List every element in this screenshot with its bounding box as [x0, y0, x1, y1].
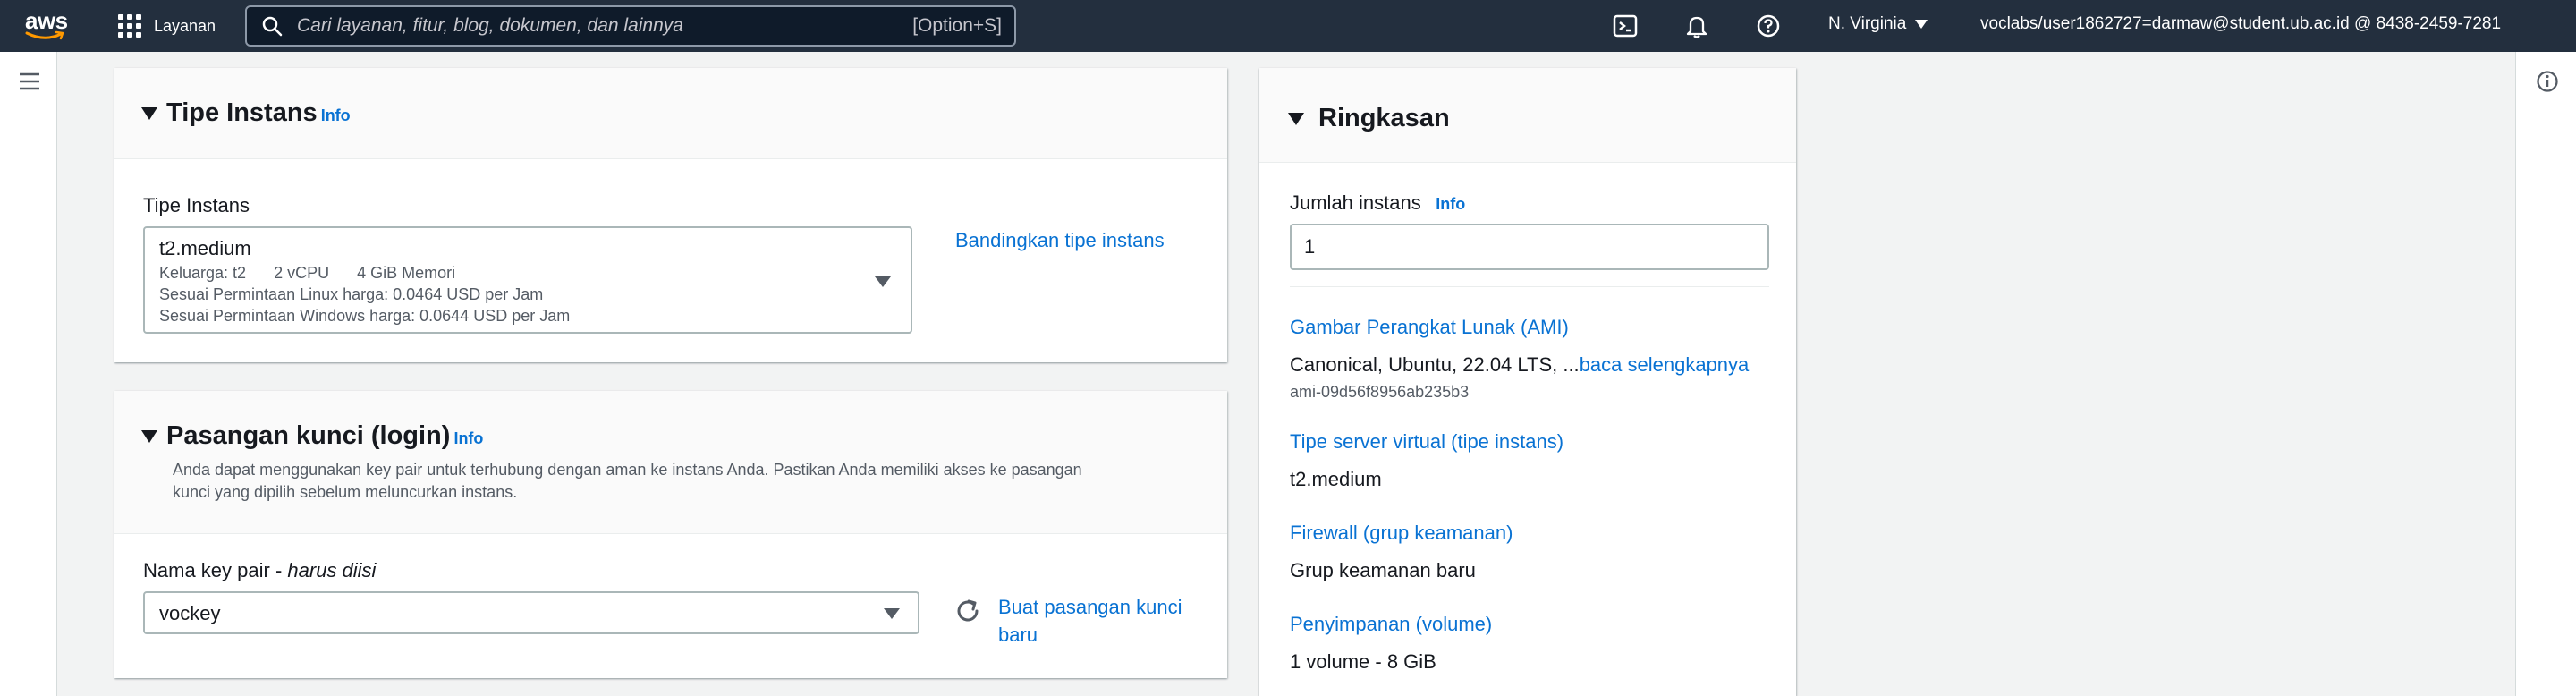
summary-panel: Ringkasan Jumlah instans Info Gambar Per… — [1259, 68, 1796, 696]
info-panel-icon[interactable] — [2536, 70, 2559, 93]
search-shortcut-hint: [Option+S] — [912, 15, 1002, 36]
collapse-caret-icon[interactable] — [141, 429, 157, 443]
key-pair-description: Anda dapat menggunakan key pair untuk te… — [173, 459, 1082, 504]
account-menu[interactable]: voclabs/user1862727=darmaw@student.ub.ac… — [1980, 14, 2501, 34]
ami-link[interactable]: Gambar Perangkat Lunak (AMI) — [1290, 316, 1569, 339]
help-icon — [1757, 14, 1780, 38]
instance-type-title: Tipe Instans — [166, 98, 318, 127]
region-label: N. Virginia — [1828, 14, 1907, 33]
services-grid-icon — [118, 14, 141, 38]
create-key-pair-link[interactable]: Buat pasangan kunci baru — [998, 593, 1182, 649]
instance-vcpu: 2 vCPU — [274, 264, 330, 282]
key-pair-required-text: harus diisi — [287, 559, 377, 581]
refresh-icon[interactable] — [953, 597, 982, 625]
top-navigation-bar: aws Layanan [Option+S] — [0, 0, 2576, 52]
key-pair-field-label-text: Nama key pair — [143, 559, 270, 581]
side-navigation-collapsed — [0, 52, 57, 696]
aws-logo-text: aws — [25, 7, 68, 34]
key-pair-select[interactable]: vockey — [143, 591, 919, 634]
instances-info-link[interactable]: Info — [1436, 195, 1465, 213]
summary-divider — [1290, 286, 1769, 287]
bell-icon — [1686, 16, 1707, 38]
key-pair-selected: vockey — [159, 602, 221, 624]
instance-type-select[interactable]: t2.medium Keluarga: t2 2 vCPU 4 GiB Memo… — [143, 226, 912, 334]
storage-link[interactable]: Penyimpanan (volume) — [1290, 613, 1492, 636]
key-pair-info-link[interactable]: Info — [453, 429, 483, 448]
chevron-down-icon — [875, 276, 891, 287]
instance-type-info-link[interactable]: Info — [321, 106, 351, 125]
help-button[interactable] — [1753, 11, 1784, 41]
ami-id: ami-09d56f8956ab235b3 — [1290, 383, 1470, 401]
instances-count-label: Jumlah instans — [1290, 191, 1421, 214]
firewall-value: Grup keamanan baru — [1290, 559, 1476, 581]
key-pair-title: Pasangan kunci (login) — [166, 421, 451, 450]
key-pair-field-label: Nama key pair - harus diisi — [143, 559, 377, 581]
instance-type-specs: Keluarga: t2 2 vCPU 4 GiB Memori — [159, 264, 455, 283]
instance-type-selected: t2.medium — [159, 237, 251, 259]
instance-type-panel: Tipe Instans Info Tipe Instans t2.medium… — [114, 68, 1227, 362]
windows-price: Sesuai Permintaan Windows harga: 0.0644 … — [159, 307, 571, 325]
instance-type-header: Tipe Instans Info — [114, 68, 1227, 159]
region-selector[interactable]: N. Virginia — [1828, 14, 1928, 34]
key-pair-header: Pasangan kunci (login) Info Anda dapat m… — [114, 391, 1227, 534]
services-label: Layanan — [154, 16, 216, 35]
instance-type-title-row: Tipe Instans Info — [141, 98, 351, 128]
services-menu-button[interactable]: Layanan — [118, 13, 216, 39]
key-pair-description-line1: Anda dapat menggunakan key pair untuk te… — [173, 461, 1082, 479]
collapse-caret-icon[interactable] — [1288, 112, 1304, 125]
search-input[interactable] — [283, 8, 913, 44]
server-type-link[interactable]: Tipe server virtual (tipe instans) — [1290, 430, 1563, 454]
instance-type-field-label: Tipe Instans — [143, 194, 250, 216]
summary-title-row: Ringkasan — [1288, 104, 1450, 133]
server-type-value: t2.medium — [1290, 468, 1382, 490]
aws-logo[interactable]: aws — [25, 9, 72, 41]
tools-panel-collapsed — [2515, 52, 2576, 696]
create-key-pair-line2: baru — [998, 624, 1038, 646]
region-chevron-down-icon — [1915, 20, 1928, 29]
instance-family: Keluarga: t2 — [159, 264, 247, 282]
ami-value: Canonical, Ubuntu, 22.04 LTS, ... — [1290, 353, 1580, 376]
firewall-link[interactable]: Firewall (grup keamanan) — [1290, 522, 1513, 545]
linux-price: Sesuai Permintaan Linux harga: 0.0464 US… — [159, 285, 544, 303]
hamburger-menu-icon[interactable] — [18, 72, 41, 91]
instance-memory: 4 GiB Memori — [357, 264, 456, 282]
search-bar[interactable]: [Option+S] — [245, 5, 1016, 47]
summary-header: Ringkasan — [1259, 68, 1796, 163]
key-pair-description-line2: kunci yang dipilih sebelum meluncurkan i… — [173, 483, 518, 501]
instances-count-label-row: Jumlah instans Info — [1290, 191, 1465, 215]
ami-value-row: Canonical, Ubuntu, 22.04 LTS, ...baca se… — [1290, 353, 1749, 377]
key-pair-title-row: Pasangan kunci (login) Info — [141, 421, 483, 451]
notifications-button[interactable] — [1682, 11, 1712, 41]
cloudshell-icon — [1613, 14, 1638, 38]
summary-title: Ringkasan — [1318, 104, 1450, 132]
chevron-down-icon — [884, 608, 900, 619]
ami-read-more-link[interactable]: baca selengkapnya — [1580, 353, 1750, 376]
key-pair-panel: Pasangan kunci (login) Info Anda dapat m… — [114, 391, 1227, 678]
storage-value: 1 volume - 8 GiB — [1290, 650, 1436, 673]
aws-smile-icon — [25, 30, 64, 40]
search-icon — [262, 16, 283, 37]
instances-count-input[interactable] — [1290, 224, 1769, 270]
create-key-pair-line1: Buat pasangan kunci — [998, 596, 1182, 618]
collapse-caret-icon[interactable] — [141, 106, 157, 120]
compare-instance-types-link[interactable]: Bandingkan tipe instans — [955, 229, 1165, 252]
cloudshell-button[interactable] — [1610, 11, 1640, 41]
